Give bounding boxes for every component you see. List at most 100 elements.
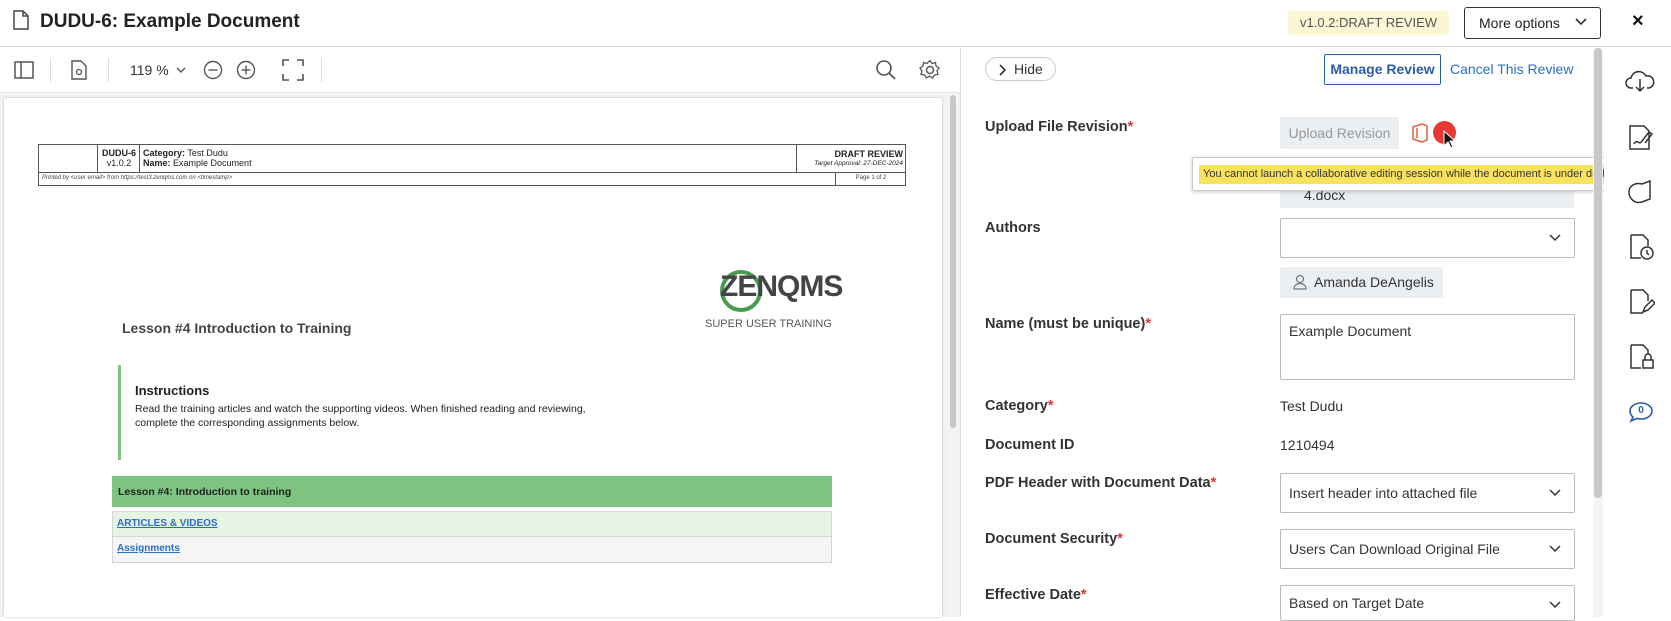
- toolbar-divider: [50, 58, 51, 82]
- pdf-header-label-text: PDF Header with Document Data: [985, 475, 1211, 491]
- pdf-header-label: PDF Header with Document Data*: [985, 475, 1216, 491]
- hide-label: Hide: [1014, 61, 1043, 77]
- effective-date-select[interactable]: Based on Target Date: [1280, 585, 1575, 621]
- logo-q: Q: [777, 270, 800, 303]
- search-icon[interactable]: [875, 59, 897, 81]
- effective-label-text: Effective Date: [985, 587, 1081, 603]
- assignments-link[interactable]: Assignments: [117, 543, 180, 554]
- toolbar-divider: [108, 58, 109, 82]
- chevron-down-icon: [1549, 545, 1561, 553]
- table-row: Assignments: [112, 537, 832, 563]
- document-id-label: Document ID: [985, 437, 1075, 453]
- panel-scrollbar-thumb[interactable]: [1594, 48, 1602, 498]
- chevron-down-icon: [1549, 234, 1561, 242]
- required-marker: *: [1145, 316, 1151, 332]
- effective-date-label: Effective Date*: [985, 587, 1087, 603]
- cancel-review-link[interactable]: Cancel This Review: [1450, 61, 1573, 77]
- zenqms-logo: ZENQMS: [720, 270, 843, 304]
- page-title: DUDU-6: Example Document: [40, 11, 300, 32]
- pdf-name-label: Name:: [143, 158, 171, 168]
- table-row: ARTICLES & VIDEOS: [112, 511, 832, 537]
- chevron-right-icon: [999, 64, 1007, 76]
- security-label-text: Document Security: [985, 531, 1118, 547]
- authors-select[interactable]: [1280, 218, 1575, 258]
- authors-label: Authors: [985, 220, 1041, 236]
- zoom-out-icon[interactable]: [203, 60, 223, 80]
- pdf-category-value: Test Dudu: [187, 148, 228, 158]
- mouse-cursor-icon: [1443, 130, 1457, 149]
- chevron-down-icon: [1549, 601, 1561, 609]
- pdf-header-select[interactable]: Insert header into attached file: [1280, 473, 1575, 513]
- toolbar-divider: [321, 58, 322, 82]
- pdf-category-label: Category:: [143, 148, 186, 158]
- sign-document-icon[interactable]: [1627, 124, 1655, 152]
- zoom-in-icon[interactable]: [236, 60, 256, 80]
- version-status-badge: v1.0.2:DRAFT REVIEW: [1288, 11, 1450, 35]
- logo-ms: MS: [799, 270, 843, 303]
- office-edit-icon[interactable]: [1411, 123, 1428, 143]
- name-label-text: Name (must be unique): [985, 316, 1146, 332]
- pdf-header-value: Insert header into attached file: [1289, 485, 1478, 501]
- instructions-body: Read the training articles and watch the…: [135, 403, 586, 429]
- pdf-status: DRAFT REVIEW: [834, 149, 904, 159]
- more-options-label: More options: [1479, 15, 1560, 31]
- pdf-print-footer: Printed by <user email> from https://tes…: [38, 173, 906, 186]
- pdf-printed-by: Printed by <user email> from https://tes…: [42, 175, 233, 181]
- instructions-heading: Instructions: [135, 383, 210, 398]
- pdf-target-approval: Target Approval: 27-DEC-2024: [814, 160, 903, 167]
- pdf-document-header: DUDU-6 v1.0.2 Category: Test Dudu Name: …: [38, 144, 906, 173]
- lesson-table-header: Lesson #4: Introduction to training: [112, 476, 832, 507]
- document-edit-icon[interactable]: [1629, 288, 1655, 316]
- name-field[interactable]: Example Document: [1280, 314, 1575, 380]
- document-properties-icon[interactable]: [71, 60, 87, 80]
- document-security-label: Document Security*: [985, 531, 1123, 547]
- instructions-block: Instructions Read the training articles …: [118, 365, 638, 460]
- pdf-name-value: Example Document: [173, 158, 252, 168]
- sidebar-toggle-icon[interactable]: [14, 61, 34, 79]
- tooltip-text: You cannot launch a collaborative editin…: [1199, 165, 1650, 184]
- document-id-value: 1210494: [1280, 437, 1335, 453]
- comments-button[interactable]: 0: [1628, 401, 1654, 423]
- viewer-scrollbar-thumb[interactable]: [950, 95, 956, 428]
- zoom-unit: %: [156, 62, 169, 78]
- close-button[interactable]: ×: [1632, 10, 1644, 33]
- document-icon: [13, 10, 29, 30]
- zoom-dropdown-chevron-icon[interactable]: [175, 64, 187, 76]
- required-marker: *: [1210, 475, 1217, 491]
- author-chip: Amanda DeAngelis: [1280, 267, 1443, 298]
- document-action-icon[interactable]: [1627, 178, 1655, 206]
- user-icon: [1293, 274, 1307, 290]
- document-security-select[interactable]: Users Can Download Original File: [1280, 529, 1575, 569]
- upload-file-revision-label: Upload File Revision*: [985, 119, 1133, 135]
- hide-panel-button[interactable]: Hide: [985, 57, 1056, 81]
- articles-videos-link[interactable]: ARTICLES & VIDEOS: [117, 518, 218, 529]
- name-label: Name (must be unique)*: [985, 316, 1151, 332]
- required-marker: *: [1127, 119, 1134, 135]
- document-lock-icon[interactable]: [1629, 343, 1655, 371]
- chevron-down-icon: [1549, 489, 1561, 497]
- comments-count: 0: [1638, 405, 1644, 416]
- fullscreen-icon[interactable]: [282, 59, 304, 81]
- pdf-page-number: Page 1 of 2: [855, 175, 887, 181]
- manage-review-button[interactable]: Manage Review: [1324, 54, 1441, 85]
- author-name: Amanda DeAngelis: [1314, 274, 1434, 290]
- required-marker: *: [1080, 587, 1087, 603]
- super-user-training-label: SUPER USER TRAINING: [705, 318, 832, 330]
- required-marker: *: [1117, 531, 1123, 547]
- more-options-button[interactable]: More options: [1464, 7, 1601, 39]
- effective-value: Based on Target Date: [1289, 595, 1425, 611]
- category-label-text: Category: [985, 398, 1048, 414]
- zoom-value: 119: [130, 62, 153, 78]
- settings-gear-icon[interactable]: [919, 59, 941, 81]
- document-history-icon[interactable]: [1629, 233, 1655, 261]
- category-value: Test Dudu: [1280, 398, 1344, 414]
- lesson-title: Lesson #4 Introduction to Training: [122, 320, 352, 336]
- zoom-level[interactable]: 119 %: [130, 62, 169, 78]
- logo-zen: ZEN: [720, 270, 778, 303]
- chevron-down-icon: [1575, 18, 1587, 26]
- upload-revision-button[interactable]: Upload Revision: [1280, 117, 1399, 149]
- required-marker: *: [1047, 398, 1054, 414]
- cloud-download-icon[interactable]: [1625, 68, 1655, 94]
- category-label: Category*: [985, 398, 1054, 414]
- upload-label-text: Upload File Revision: [985, 119, 1128, 135]
